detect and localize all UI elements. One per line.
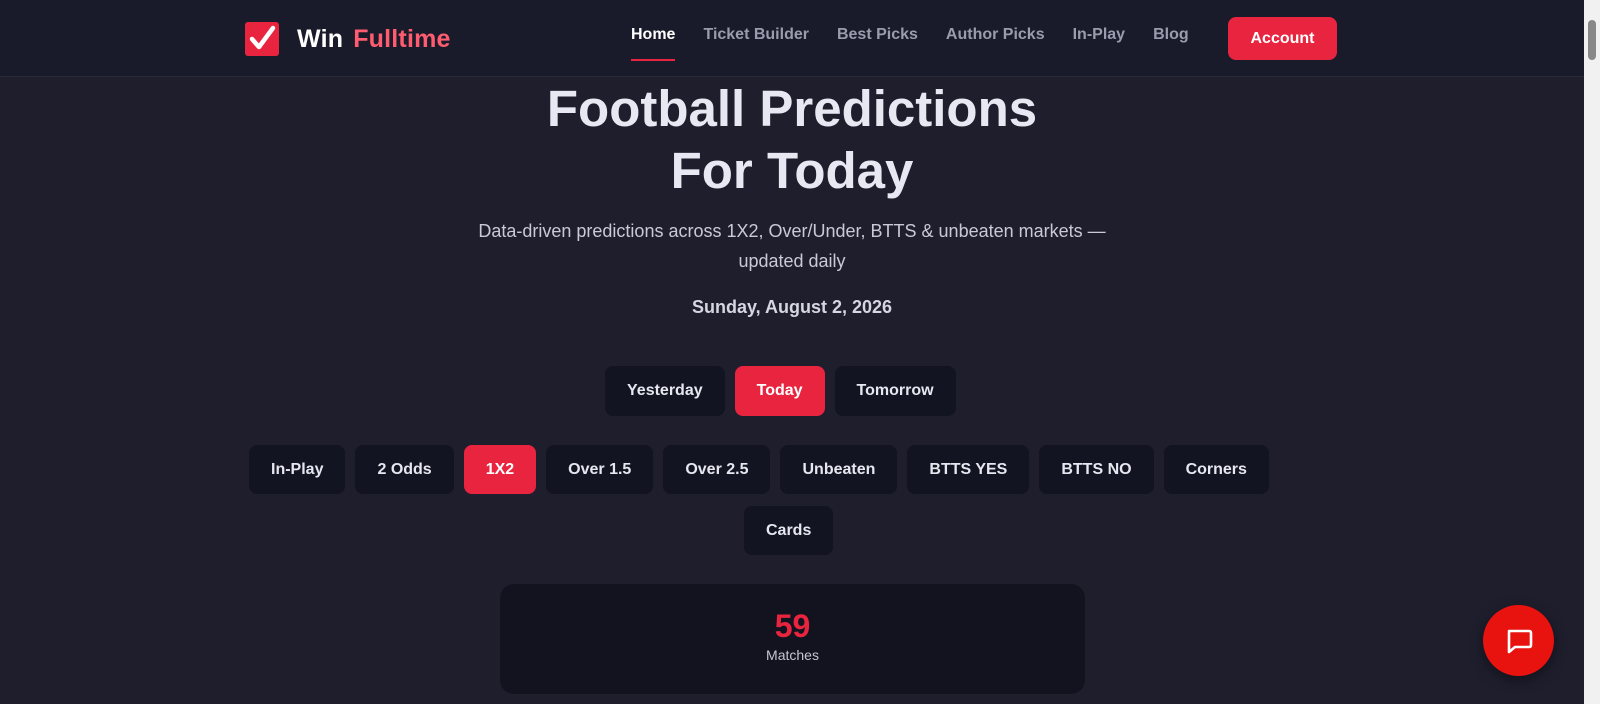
day-tabs: Yesterday Today Tomorrow — [605, 366, 966, 416]
subtitle-line-1: Data-driven predictions across 1X2, Over… — [478, 221, 1106, 241]
market-tabs-row-2: Cards — [744, 506, 843, 555]
account-button[interactable]: Account — [1228, 17, 1337, 60]
site-header: Win Fulltime Home Ticket Builder Best Pic… — [0, 0, 1584, 77]
matches-count: 59 — [774, 608, 811, 644]
site-logo[interactable]: Win Fulltime — [245, 22, 451, 56]
title-line-2: For Today — [670, 142, 914, 199]
main-nav: Home Ticket Builder Best Picks Author Pi… — [631, 0, 1217, 77]
logo-win: Win — [297, 24, 344, 53]
page: Win Fulltime Home Ticket Builder Best Pic… — [0, 0, 1600, 704]
market-tab-1x2[interactable]: 1X2 — [463, 445, 537, 494]
nav-in-play[interactable]: In-Play — [1073, 0, 1125, 77]
subtitle-line-2: updated daily — [738, 251, 846, 271]
current-date: Sunday, August 2, 2026 — [691, 297, 893, 317]
chat-button[interactable] — [1483, 605, 1554, 676]
page-scrollbar[interactable] — [1584, 0, 1600, 704]
matches-label: Matches — [766, 647, 819, 663]
scrollbar-thumb[interactable] — [1588, 20, 1596, 60]
tab-tomorrow[interactable]: Tomorrow — [834, 366, 956, 416]
nav-ticket-builder[interactable]: Ticket Builder — [703, 0, 809, 77]
market-tab-btts-no[interactable]: BTTS NO — [1039, 445, 1154, 494]
market-tab-corners[interactable]: Corners — [1163, 445, 1269, 494]
market-tab-cards[interactable]: Cards — [744, 506, 834, 555]
market-tab-in-play[interactable]: In-Play — [249, 445, 346, 494]
tab-yesterday[interactable]: Yesterday — [605, 366, 725, 416]
tab-today[interactable]: Today — [734, 366, 825, 416]
chat-icon — [1507, 629, 1532, 653]
market-tab-over-2-5[interactable]: Over 2.5 — [663, 445, 771, 494]
nav-author-picks[interactable]: Author Picks — [946, 0, 1045, 77]
page-subtitle: Data-driven predictions across 1X2, Over… — [0, 216, 1584, 276]
logo-fulltime: Fulltime — [353, 24, 451, 53]
nav-best-picks[interactable]: Best Picks — [837, 0, 918, 77]
nav-home[interactable]: Home — [631, 0, 676, 77]
page-title: Football Predictions For Today — [0, 78, 1584, 202]
market-tab-over-1-5[interactable]: Over 1.5 — [546, 445, 654, 494]
title-line-1: Football Predictions — [546, 80, 1038, 137]
market-tab-unbeaten[interactable]: Unbeaten — [780, 445, 898, 494]
market-tab-2-odds[interactable]: 2 Odds — [355, 445, 454, 494]
market-tab-btts-yes[interactable]: BTTS YES — [907, 445, 1030, 494]
matches-stat-card: 59 Matches — [500, 584, 1085, 694]
checkmark-icon — [245, 22, 279, 56]
nav-blog[interactable]: Blog — [1153, 0, 1189, 77]
market-tabs-row-1: In-Play 2 Odds 1X2 Over 1.5 Over 2.5 Unb… — [249, 445, 1279, 494]
logo-text: Win Fulltime — [297, 25, 451, 54]
